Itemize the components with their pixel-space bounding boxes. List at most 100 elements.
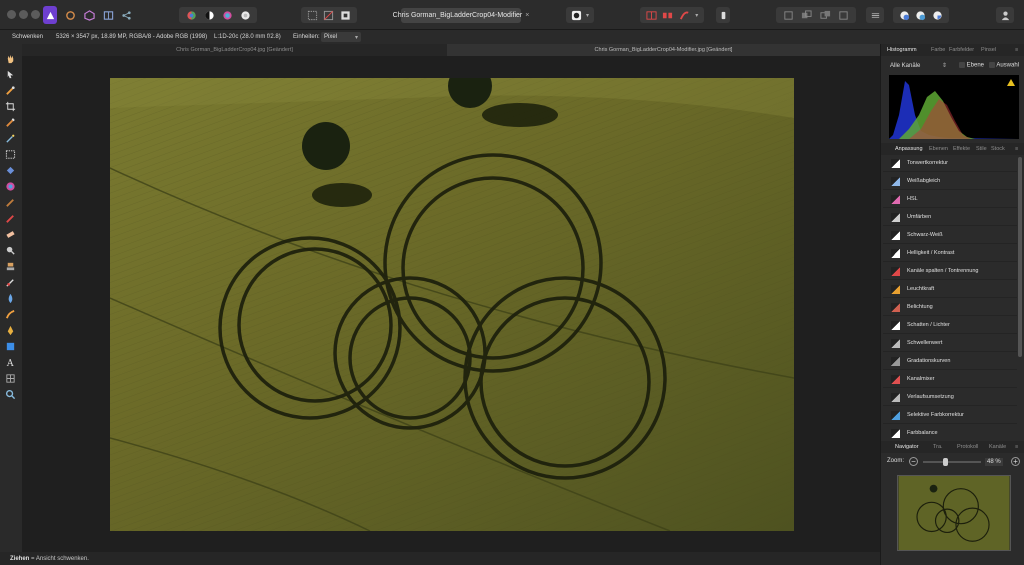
menu-icon[interactable]: ≡ bbox=[1015, 47, 1018, 53]
rectangle-tool-icon[interactable] bbox=[5, 341, 16, 352]
adjustment-item[interactable]: Leuchtkraft bbox=[883, 281, 1017, 298]
red-eye-tool-icon[interactable] bbox=[5, 277, 16, 288]
adjustment-item[interactable]: Schatten / Lichter bbox=[883, 317, 1017, 334]
mesh-warp-tool-icon[interactable] bbox=[5, 373, 16, 384]
adjustment-item[interactable]: Umfärben bbox=[883, 209, 1017, 226]
paint-brush-tool-icon[interactable] bbox=[5, 197, 16, 208]
adjustment-item[interactable]: Kanalmixer bbox=[883, 371, 1017, 388]
tab-styles[interactable]: Stile bbox=[976, 146, 987, 152]
tab-original-document[interactable]: Chris Gorman_BigLadderCrop04.jpg [Geände… bbox=[22, 44, 447, 56]
scroll-thumb[interactable] bbox=[1018, 157, 1022, 357]
adjustment-item[interactable]: Selektive Farbkorrektur bbox=[883, 407, 1017, 424]
tab-layers[interactable]: Ebenen bbox=[929, 146, 948, 152]
designer-icon[interactable] bbox=[932, 10, 943, 21]
menu-button[interactable] bbox=[866, 7, 884, 23]
invert-selection-icon[interactable] bbox=[340, 10, 351, 21]
adjustment-item[interactable]: Schwellenwert bbox=[883, 335, 1017, 352]
menu-icon[interactable]: ≡ bbox=[1015, 444, 1018, 450]
distribute-icon[interactable] bbox=[838, 10, 849, 21]
snap-icon[interactable] bbox=[899, 10, 910, 21]
eraser-tool-icon[interactable] bbox=[5, 229, 16, 240]
selection-brush-tool-icon[interactable] bbox=[5, 117, 16, 128]
deselect-icon[interactable] bbox=[323, 10, 334, 21]
tab-swatches[interactable]: Farbfelder bbox=[949, 47, 974, 53]
zoom-value[interactable]: 48 % bbox=[985, 458, 1003, 466]
auto-colors-icon[interactable] bbox=[222, 10, 233, 21]
zoom-slider-track[interactable] bbox=[923, 461, 981, 463]
brush-mode-icon[interactable] bbox=[679, 10, 690, 21]
color-replacement-tool-icon[interactable] bbox=[5, 213, 16, 224]
channels-select[interactable]: Alle Kanäle ⇕ bbox=[890, 62, 947, 69]
dodge-tool-icon[interactable] bbox=[5, 245, 16, 256]
arrange-back-icon[interactable] bbox=[801, 9, 812, 21]
tone-mapping-persona-button[interactable] bbox=[102, 7, 114, 23]
photo-persona-button[interactable] bbox=[43, 6, 57, 24]
tab-channels[interactable]: Kanäle bbox=[989, 444, 1006, 450]
auto-levels-icon[interactable] bbox=[186, 10, 197, 21]
adjustment-item[interactable]: Weißabgleich bbox=[883, 173, 1017, 190]
crop-tool-icon[interactable] bbox=[5, 101, 16, 112]
adjustment-item[interactable]: Belichtung bbox=[883, 299, 1017, 316]
auto-contrast-icon[interactable] bbox=[204, 10, 215, 21]
account-button[interactable] bbox=[996, 7, 1014, 23]
menu-icon[interactable]: ≡ bbox=[1015, 146, 1018, 152]
adjustment-item[interactable]: HSL bbox=[883, 191, 1017, 208]
zoom-slider-knob[interactable] bbox=[943, 458, 948, 466]
develop-persona-button[interactable] bbox=[83, 7, 95, 23]
assistant-button[interactable] bbox=[716, 7, 730, 23]
tab-adjustments[interactable]: Anpassung bbox=[895, 146, 923, 152]
adjustments-scrollbar[interactable] bbox=[1018, 155, 1022, 439]
tab-navigator[interactable]: Navigator bbox=[895, 444, 919, 450]
navigator-thumbnail[interactable] bbox=[897, 475, 1011, 551]
zoom-tool-icon[interactable] bbox=[5, 389, 16, 400]
quick-mask-button[interactable]: ▾ bbox=[566, 7, 594, 23]
adjustment-item[interactable]: Kanäle spalten / Tontrennung bbox=[883, 263, 1017, 280]
tab-effects[interactable]: Effekte bbox=[953, 146, 970, 152]
selection-checkbox[interactable]: Auswahl bbox=[989, 62, 1019, 69]
tab-history[interactable]: Protokoll bbox=[957, 444, 978, 450]
arrange-forward-icon[interactable] bbox=[820, 10, 831, 21]
auto-white-balance-icon[interactable] bbox=[240, 10, 251, 21]
zoom-window-button[interactable] bbox=[31, 10, 40, 19]
align-icon[interactable] bbox=[783, 10, 794, 21]
tab-histogram[interactable]: Histogramm bbox=[887, 47, 917, 53]
document-title[interactable]: Chris Gorman_BigLadderCrop04-Modifier × bbox=[393, 8, 529, 23]
layer-checkbox[interactable]: Ebene bbox=[959, 62, 984, 69]
flood-select-tool-icon[interactable] bbox=[5, 133, 16, 144]
text-tool-icon[interactable]: A bbox=[5, 357, 16, 368]
close-document-icon[interactable]: × bbox=[525, 12, 529, 19]
adjustment-item[interactable]: Tonwertkorrektur bbox=[883, 155, 1017, 172]
mirror-view-icon[interactable] bbox=[662, 10, 673, 21]
tab-modified-document[interactable]: Chris Gorman_BigLadderCrop04-Modifier.jp… bbox=[447, 44, 880, 56]
adjustment-item[interactable]: Helligkeit / Kontrast bbox=[883, 245, 1017, 262]
export-persona-button[interactable] bbox=[120, 7, 132, 23]
units-select[interactable]: Pixel ▾ bbox=[321, 32, 361, 42]
tab-color[interactable]: Farbe bbox=[931, 47, 945, 53]
gradient-tool-icon[interactable] bbox=[5, 181, 16, 192]
zoom-in-button[interactable]: + bbox=[1011, 457, 1020, 466]
split-view-icon[interactable] bbox=[646, 10, 657, 21]
move-tool-icon[interactable] bbox=[5, 69, 16, 80]
adjustment-item[interactable]: Farbbalance bbox=[883, 425, 1017, 439]
pen-tool-icon[interactable] bbox=[5, 325, 16, 336]
liquify-persona-button[interactable] bbox=[64, 7, 76, 23]
adjustment-item[interactable]: Schwarz-Weiß bbox=[883, 227, 1017, 244]
canvas-area[interactable] bbox=[22, 56, 880, 552]
tab-brushes[interactable]: Pinsel bbox=[981, 47, 996, 53]
marquee-icon[interactable] bbox=[307, 10, 318, 21]
minimize-window-button[interactable] bbox=[19, 10, 28, 19]
smudge-tool-icon[interactable] bbox=[5, 309, 16, 320]
close-window-button[interactable] bbox=[7, 10, 16, 19]
hand-tool-icon[interactable] bbox=[5, 53, 16, 64]
clone-tool-icon[interactable] bbox=[5, 261, 16, 272]
rectangular-marquee-tool-icon[interactable] bbox=[5, 149, 16, 160]
publisher-icon[interactable] bbox=[915, 10, 926, 21]
adjustment-item[interactable]: Verlaufsumsetzung bbox=[883, 389, 1017, 406]
zoom-out-button[interactable]: − bbox=[909, 457, 918, 466]
color-picker-tool-icon[interactable] bbox=[5, 85, 16, 96]
blur-brush-tool-icon[interactable] bbox=[5, 293, 16, 304]
flood-fill-tool-icon[interactable] bbox=[5, 165, 16, 176]
adjustment-item[interactable]: Gradationskurven bbox=[883, 353, 1017, 370]
tab-stock[interactable]: Stock bbox=[991, 146, 1005, 152]
tab-transform[interactable]: Tra. bbox=[933, 444, 943, 450]
